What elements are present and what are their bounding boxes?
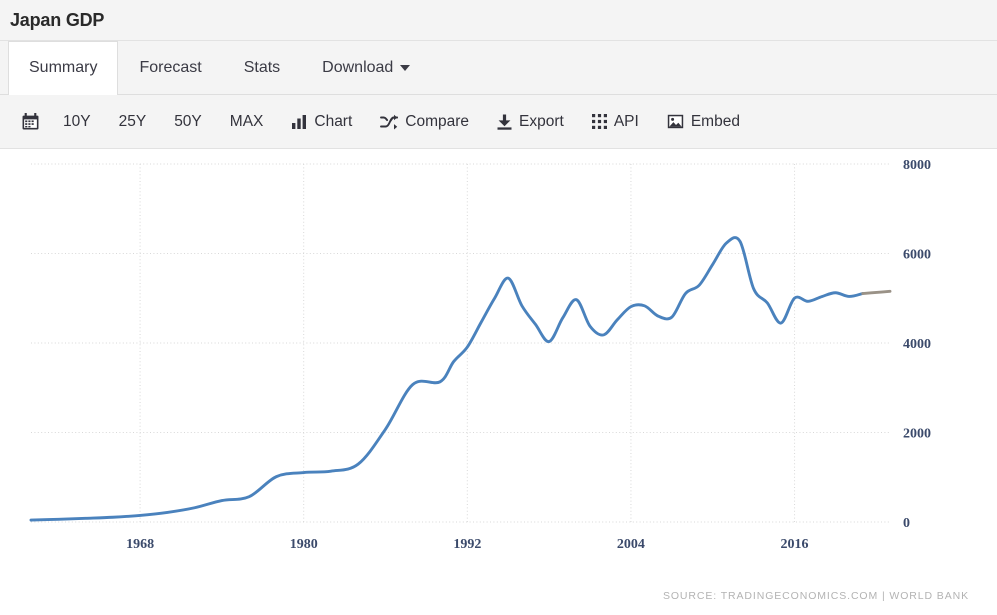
tab-bar: Summary Forecast Stats Download	[0, 41, 997, 95]
toolbar-export-button[interactable]: Export	[483, 105, 578, 139]
bar-chart-icon	[291, 114, 307, 130]
toolbar-25y-button[interactable]: 25Y	[105, 105, 161, 139]
y-axis-tick-label: 6000	[903, 248, 931, 263]
chart-source-label: SOURCE: TRADINGECONOMICS.COM | WORLD BAN…	[662, 590, 969, 602]
toolbar-item-label: Embed	[690, 112, 740, 130]
chevron-down-icon	[400, 65, 411, 71]
toolbar-item-label: Compare	[405, 112, 470, 130]
x-axis-tick-label: 1968	[126, 537, 154, 552]
toolbar-max-button[interactable]: MAX	[216, 105, 278, 139]
calendar-icon	[22, 113, 39, 130]
tab-stats[interactable]: Stats	[223, 41, 301, 94]
page-title: Japan GDP	[10, 9, 105, 30]
tab-label: Summary	[29, 59, 98, 76]
tab-label: Stats	[243, 59, 281, 76]
tab-summary[interactable]: Summary	[8, 41, 119, 95]
toolbar-api-button[interactable]: API	[578, 105, 653, 139]
x-axis-tick-label: 1980	[290, 537, 318, 552]
toolbar-50y-button[interactable]: 50Y	[160, 105, 216, 139]
tab-label: Download	[322, 59, 394, 76]
chart-container: 0 2000 4000 6000 8000 1968 1980 1992 2004 2016 SO…	[0, 149, 997, 615]
toolbar-item-label: 50Y	[174, 112, 202, 130]
chart-toolbar: 10Y 25Y 50Y MAX Chart Compare Export API Embed	[0, 95, 997, 149]
tab-download[interactable]: Download	[301, 41, 431, 94]
y-axis-tick-label: 0	[903, 516, 910, 531]
shuffle-icon	[380, 114, 399, 130]
toolbar-item-label: API	[613, 112, 639, 130]
image-icon	[667, 114, 684, 129]
gdp-line-chart: 0 2000 4000 6000 8000 1968 1980 1992 2004 2016	[29, 158, 931, 552]
toolbar-item-label: MAX	[229, 112, 264, 130]
x-axis-tick-label: 2004	[617, 537, 645, 552]
toolbar-item-label: 10Y	[63, 112, 91, 130]
x-axis-tick-label: 2016	[781, 537, 809, 552]
chart-series-line	[29, 236, 865, 522]
toolbar-item-label: 25Y	[118, 112, 147, 130]
toolbar-item-label: Chart	[314, 112, 353, 130]
toolbar-embed-button[interactable]: Embed	[653, 105, 754, 139]
tab-forecast[interactable]: Forecast	[118, 41, 222, 94]
y-axis-tick-label: 8000	[903, 158, 931, 173]
grid-icon	[591, 114, 607, 129]
y-axis-tick-label: 2000	[903, 427, 931, 442]
toolbar-item-label: Export	[519, 112, 564, 130]
title-bar: Japan GDP	[0, 0, 997, 41]
download-icon	[497, 114, 512, 130]
toolbar-compare-button[interactable]: Compare	[366, 105, 483, 139]
x-axis-tick-label: 1992	[453, 537, 481, 552]
chart-series-line	[861, 289, 892, 295]
toolbar-calendar-button[interactable]	[12, 105, 49, 139]
y-axis-tick-label: 4000	[903, 337, 931, 352]
tab-label: Forecast	[139, 59, 202, 76]
toolbar-10y-button[interactable]: 10Y	[49, 105, 105, 139]
toolbar-chart-button[interactable]: Chart	[277, 105, 366, 139]
